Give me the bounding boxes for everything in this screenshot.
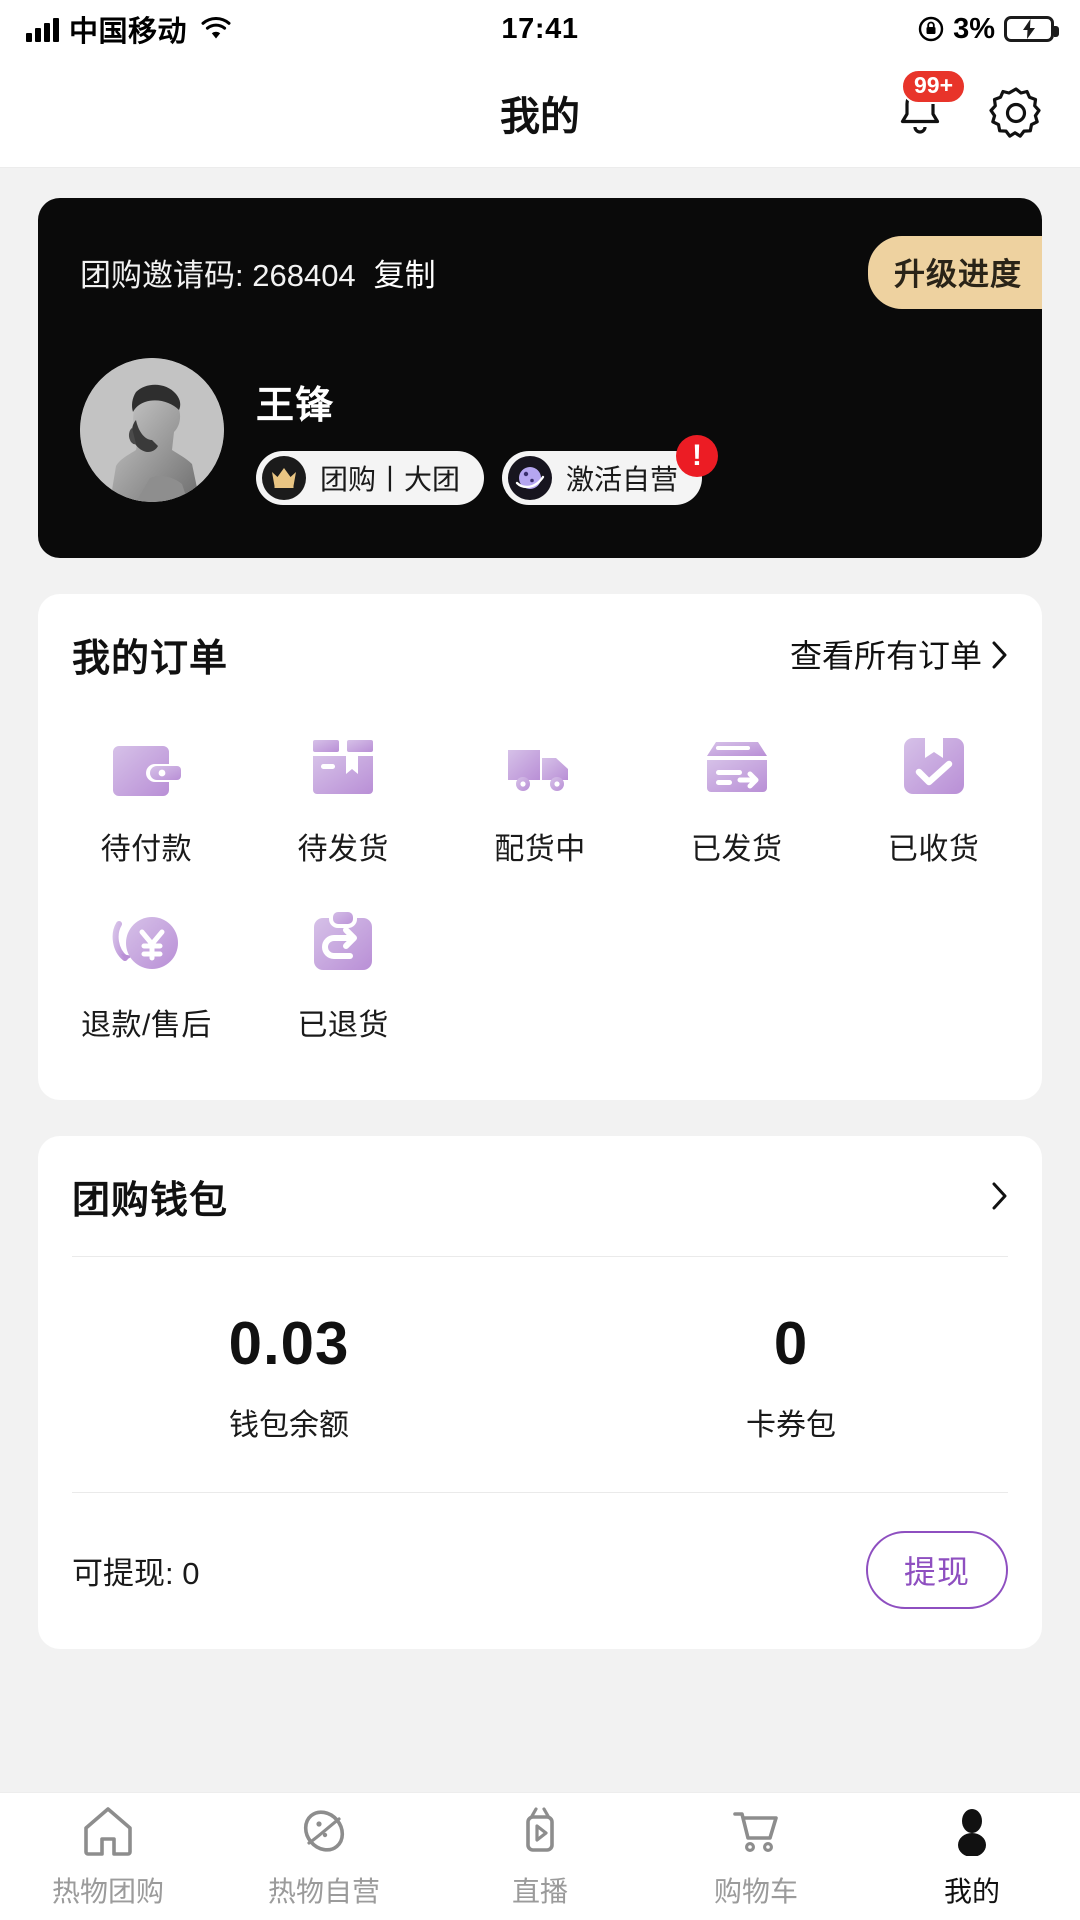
cart-icon <box>729 1804 783 1858</box>
battery-percent-label: 3% <box>953 12 995 45</box>
order-status-in-distribution[interactable]: 配货中 <box>442 714 639 890</box>
gear-icon <box>989 86 1041 138</box>
order-status-label: 已发货 <box>691 833 783 866</box>
tag-activate-label: 激活自营 <box>566 464 679 495</box>
tag-activate-self-operated[interactable]: 激活自营 ! <box>502 435 719 505</box>
invite-code-label: 团购邀请码: 268404 <box>80 258 356 293</box>
order-status-received[interactable]: 已收货 <box>835 714 1032 890</box>
tab-label: 热物自营 <box>267 1875 380 1907</box>
wallet-card-header[interactable]: 团购钱包 <box>38 1136 1042 1256</box>
notification-count-badge: 99+ <box>900 68 966 104</box>
avatar[interactable] <box>80 358 224 502</box>
return-clipboard-icon <box>306 906 380 980</box>
order-status-label: 已退货 <box>297 1009 389 1042</box>
live-play-icon <box>513 1804 567 1858</box>
order-status-pending-shipment[interactable]: 待发货 <box>245 714 442 890</box>
coupon-pack-stat[interactable]: 0 卡券包 <box>540 1309 1042 1444</box>
bottom-tab-bar: 热物团购 热物自营 直播 购物车 我的 <box>0 1792 1080 1920</box>
tab-self-operated[interactable]: 热物自营 <box>216 1804 432 1910</box>
tab-label: 购物车 <box>713 1875 798 1907</box>
planet-icon <box>508 456 553 500</box>
orders-title: 我的订单 <box>72 637 229 680</box>
order-status-refund-aftersale[interactable]: 退款/售后 <box>48 890 245 1066</box>
notifications-button[interactable]: 99+ <box>892 68 966 141</box>
user-row: 王锋 团购丨大团 激活自营 ! <box>80 358 719 505</box>
page-title: 我的 <box>500 94 580 139</box>
user-tag-row: 团购丨大团 激活自营 ! <box>256 435 719 505</box>
truck-icon <box>503 730 577 804</box>
order-status-label: 配货中 <box>494 833 586 866</box>
planet-icon <box>297 1804 351 1858</box>
order-status-shipped[interactable]: 已发货 <box>638 714 835 890</box>
wallet-balance-value: 0.03 <box>228 1310 350 1377</box>
withdraw-row: 可提现: 0 提现 <box>38 1493 1042 1615</box>
wallet-stats: 0.03 钱包余额 0 卡券包 <box>38 1257 1042 1492</box>
coupon-pack-value: 0 <box>773 1310 809 1377</box>
box-check-icon <box>897 730 971 804</box>
home-icon <box>81 1804 135 1858</box>
order-status-label: 待付款 <box>100 833 193 866</box>
profile-card: 团购邀请码: 268404 复制 升级进度 王锋 团购丨大团 激活自营 ! <box>38 198 1042 558</box>
status-bar-right: 3% <box>918 12 1059 46</box>
view-all-orders-link[interactable]: 查看所有订单 <box>790 631 1008 677</box>
refund-yuan-icon <box>109 906 183 980</box>
crown-icon <box>262 456 306 500</box>
withdraw-button[interactable]: 提现 <box>865 1531 1008 1609</box>
tag-group-buy[interactable]: 团购丨大团 <box>256 451 485 505</box>
wallet-balance-stat[interactable]: 0.03 钱包余额 <box>38 1309 540 1444</box>
order-status-returned[interactable]: 已退货 <box>245 890 442 1066</box>
chevron-right-icon <box>992 640 1008 669</box>
settings-button[interactable] <box>988 85 1044 141</box>
scroll-content[interactable]: 团购邀请码: 268404 复制 升级进度 王锋 团购丨大团 激活自营 ! 我的… <box>0 168 1080 1792</box>
tab-cart[interactable]: 购物车 <box>648 1804 864 1910</box>
copy-invite-button[interactable]: 复制 <box>374 250 436 295</box>
orders-card: 我的订单 查看所有订单 待付款 待发货 配货中 已发货 已收货 退款/售后 已退… <box>38 594 1042 1100</box>
alert-badge: ! <box>676 435 719 477</box>
user-avatar-photo <box>80 358 224 502</box>
tab-label: 热物团购 <box>51 1875 164 1907</box>
tab-group-buy[interactable]: 热物团购 <box>0 1804 216 1910</box>
tab-mine[interactable]: 我的 <box>864 1804 1080 1910</box>
person-icon <box>945 1804 999 1858</box>
chevron-right-icon[interactable] <box>992 1182 1008 1210</box>
rotation-lock-icon <box>918 16 944 42</box>
withdrawable-label: 可提现: 0 <box>72 1555 200 1591</box>
order-status-label: 待发货 <box>297 833 389 866</box>
wallet-card: 团购钱包 0.03 钱包余额 0 卡券包 可提现: 0 提现 <box>38 1136 1042 1649</box>
tab-label: 直播 <box>511 1875 568 1907</box>
coupon-pack-label: 卡券包 <box>746 1409 836 1442</box>
order-status-label: 退款/售后 <box>80 1009 212 1042</box>
view-all-orders-label: 查看所有订单 <box>789 638 982 674</box>
wallet-title: 团购钱包 <box>72 1179 229 1222</box>
user-name: 王锋 <box>256 385 335 427</box>
upgrade-progress-button[interactable]: 升级进度 <box>868 236 1042 309</box>
box-arrow-icon <box>700 730 774 804</box>
wallet-icon <box>109 730 183 804</box>
status-bar: 中国移动 17:41 3% <box>0 0 1080 58</box>
order-status-grid: 待付款 待发货 配货中 已发货 已收货 退款/售后 已退货 <box>38 714 1042 1066</box>
orders-card-header: 我的订单 查看所有订单 <box>38 594 1042 714</box>
user-meta: 王锋 团购丨大团 激活自营 ! <box>256 358 719 505</box>
page-header: 我的 99+ <box>0 58 1080 168</box>
header-actions: 99+ <box>892 58 1044 167</box>
invite-code-row[interactable]: 团购邀请码: 268404 复制 <box>80 250 436 295</box>
package-open-icon <box>306 730 380 804</box>
order-status-pending-payment[interactable]: 待付款 <box>48 714 245 890</box>
app-screen: 中国移动 17:41 3% 我的 99+ 团购邀请码: 268404 复制 升级… <box>0 0 1080 1920</box>
tab-label: 我的 <box>943 1875 1000 1907</box>
wallet-balance-label: 钱包余额 <box>229 1409 349 1442</box>
battery-charging-icon <box>1004 16 1059 42</box>
tag-group-buy-label: 团购丨大团 <box>320 464 461 495</box>
tab-live[interactable]: 直播 <box>432 1804 648 1910</box>
order-status-label: 已收货 <box>887 833 980 866</box>
